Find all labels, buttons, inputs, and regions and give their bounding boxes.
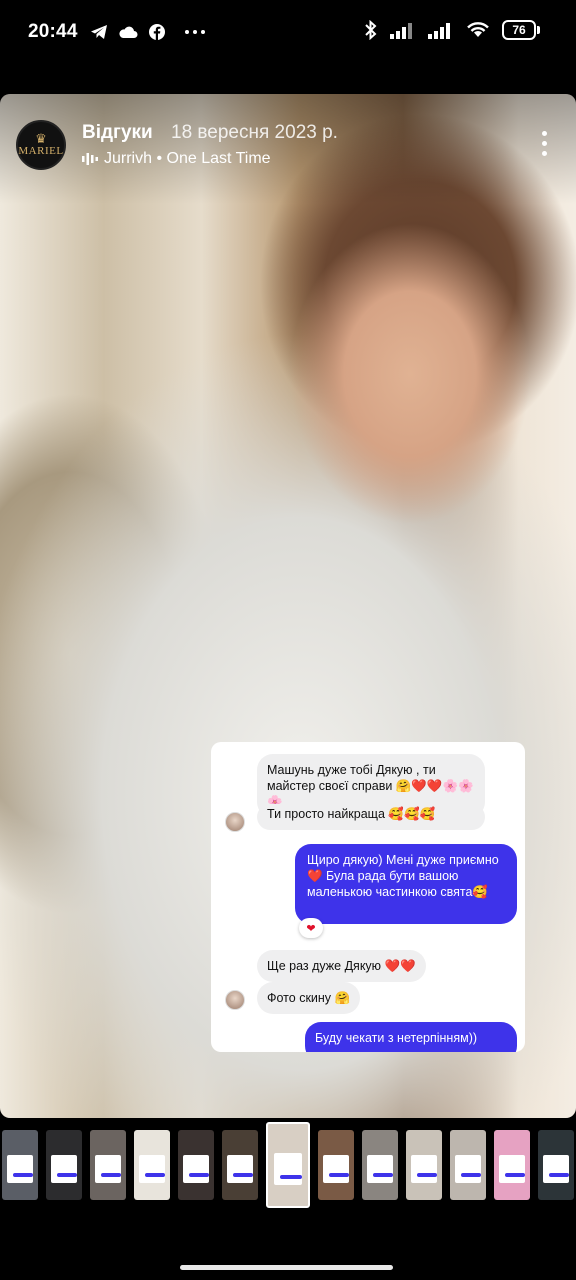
chat-screenshot: Машунь дуже тобі Дякую , ти майстер своє… bbox=[211, 742, 525, 1052]
story-thumbnail-active[interactable] bbox=[266, 1122, 310, 1208]
thumbnail-chat-bubble bbox=[548, 1173, 569, 1178]
thumbnail-chat-preview bbox=[499, 1154, 525, 1183]
more-options-button[interactable] bbox=[534, 128, 554, 158]
thumbnail-chat-preview bbox=[51, 1154, 77, 1183]
story-thumbnails bbox=[0, 1122, 576, 1212]
thumbnail-chat-bubble bbox=[504, 1173, 525, 1178]
story-thumbnail[interactable] bbox=[494, 1130, 530, 1200]
story-header: ♛ MARIEL Відгуки 18 вересня 2023 р. Jurr… bbox=[16, 120, 560, 172]
telegram-icon bbox=[90, 25, 107, 39]
thumbnail-chat-bubble bbox=[12, 1173, 33, 1178]
thumbnail-chat-bubble bbox=[56, 1173, 77, 1178]
home-indicator[interactable] bbox=[180, 1265, 393, 1270]
thumbnail-chat-preview bbox=[411, 1154, 437, 1183]
signal-icon bbox=[390, 23, 412, 39]
bluetooth-icon bbox=[365, 20, 377, 40]
thumbnail-chat-bubble bbox=[280, 1174, 302, 1179]
thumbnail-chat-preview bbox=[227, 1154, 253, 1183]
story-thumbnail[interactable] bbox=[2, 1130, 38, 1200]
thumbnail-chat-preview bbox=[139, 1154, 165, 1183]
audio-bars-icon bbox=[82, 153, 98, 165]
dot bbox=[541, 140, 547, 146]
thumbnail-chat-bubble bbox=[144, 1173, 165, 1178]
thumbnail-chat-bubble bbox=[232, 1173, 253, 1178]
story-thumbnail[interactable] bbox=[450, 1130, 486, 1200]
thumbnail-chat-bubble bbox=[100, 1173, 121, 1178]
crown-icon: ♛ bbox=[35, 131, 47, 146]
story-thumbnail[interactable] bbox=[406, 1130, 442, 1200]
account-avatar[interactable]: ♛ MARIEL bbox=[16, 120, 66, 170]
story-thumbnail[interactable] bbox=[90, 1130, 126, 1200]
thumbnail-chat-bubble bbox=[372, 1173, 393, 1178]
wifi-icon bbox=[467, 22, 489, 37]
thumbnail-chat-preview bbox=[274, 1152, 302, 1186]
status-time: 20:44 bbox=[28, 21, 78, 42]
thumbnail-chat-preview bbox=[183, 1154, 209, 1183]
chat-message-outgoing: Щиро дякую) Мені дуже приємно ❤️ Була ра… bbox=[295, 844, 517, 924]
chat-message-incoming: Фото скину 🤗 bbox=[257, 982, 361, 1014]
story-date: 18 вересня 2023 р. bbox=[171, 122, 338, 143]
account-logo-text: MARIEL bbox=[18, 145, 64, 157]
music-title: Jurrivh • One Last Time bbox=[104, 150, 271, 167]
story-thumbnail[interactable] bbox=[362, 1130, 398, 1200]
story-viewer[interactable]: ♛ MARIEL Відгуки 18 вересня 2023 р. Jurr… bbox=[0, 94, 576, 1118]
battery-level: 76 bbox=[502, 20, 536, 40]
signal-icon bbox=[428, 23, 450, 39]
status-left-icons bbox=[90, 23, 206, 41]
thumbnail-chat-bubble bbox=[416, 1173, 437, 1178]
thumbnail-chat-bubble bbox=[328, 1173, 349, 1178]
dot bbox=[541, 130, 547, 136]
story-thumbnail[interactable] bbox=[178, 1130, 214, 1200]
sender-avatar bbox=[225, 990, 245, 1010]
facebook-icon bbox=[148, 24, 165, 40]
dot bbox=[541, 150, 547, 156]
thumbnail-chat-bubble bbox=[188, 1173, 209, 1178]
story-thumbnail[interactable] bbox=[46, 1130, 82, 1200]
more-horizontal-icon bbox=[184, 30, 205, 34]
thumbnail-chat-bubble bbox=[460, 1173, 481, 1178]
story-title[interactable]: Відгуки bbox=[82, 122, 153, 144]
status-right-icons: 76 bbox=[364, 20, 540, 40]
status-bar: 20:44 76 bbox=[0, 0, 576, 64]
sender-avatar bbox=[225, 812, 245, 832]
story-thumbnail[interactable] bbox=[538, 1130, 574, 1200]
thumbnail-chat-preview bbox=[455, 1154, 481, 1183]
battery-tip bbox=[537, 26, 540, 34]
chat-message-outgoing: Буду чекати з нетерпінням)) bbox=[305, 1022, 517, 1052]
thumbnail-chat-preview bbox=[367, 1154, 393, 1183]
music-info[interactable]: Jurrivh • One Last Time bbox=[82, 150, 271, 168]
thumbnail-chat-preview bbox=[95, 1154, 121, 1183]
story-thumbnail[interactable] bbox=[222, 1130, 258, 1200]
thumbnail-chat-preview bbox=[543, 1154, 569, 1183]
chat-message-incoming: Ще раз дуже Дякую ❤️❤️ bbox=[257, 950, 426, 982]
story-thumbnail[interactable] bbox=[318, 1130, 354, 1200]
thumbnail-chat-preview bbox=[7, 1154, 33, 1183]
cloud-icon bbox=[119, 26, 138, 38]
battery-indicator: 76 bbox=[502, 20, 540, 40]
story-thumbnail[interactable] bbox=[134, 1130, 170, 1200]
chat-message-incoming: Ти просто найкраща 🥰🥰🥰 bbox=[257, 804, 485, 830]
heart-reaction-icon: ❤ bbox=[299, 918, 323, 938]
thumbnail-chat-preview bbox=[323, 1154, 349, 1183]
